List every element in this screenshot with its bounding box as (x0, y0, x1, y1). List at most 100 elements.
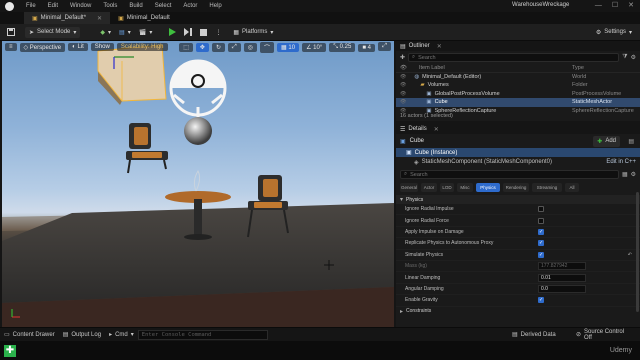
settings-button[interactable]: ⚙ Settings ▾ (592, 27, 636, 38)
cube-actor[interactable] (97, 44, 167, 105)
add-icon[interactable]: ✚ (4, 345, 16, 357)
derived-data-button[interactable]: ▤ Derived Data (512, 331, 556, 339)
property-number-field[interactable]: 0.01 (538, 273, 586, 282)
chair-actor[interactable] (126, 123, 168, 174)
property-checkbox[interactable] (538, 297, 544, 304)
surface-snap-icon[interactable]: ⌒ (260, 42, 275, 53)
scale-tool-icon[interactable]: ⤢ (227, 43, 241, 52)
outliner-row[interactable]: 👁︎ ▣ GlobalPostProcessVolume PostProcessVol… (396, 90, 640, 99)
category-tab-lod[interactable]: LOD (440, 183, 454, 192)
filter-icon[interactable]: ⧩ (622, 54, 627, 61)
visibility-toggle-icon[interactable]: 👁︎ (400, 91, 406, 97)
menu-select[interactable]: Select (155, 3, 172, 9)
close-tab-icon[interactable]: ✕ (97, 15, 102, 22)
perspective-button[interactable]: ◇ Perspective (19, 42, 66, 52)
scale-snap-button[interactable]: ⤡ 0.25 (329, 43, 356, 52)
level-viewport[interactable]: ≡ ◇ Perspective ◐ Lit Show Scalability: … (2, 41, 394, 327)
minimize-icon[interactable]: — (595, 2, 602, 9)
reflection-capture-sphere[interactable] (184, 117, 212, 145)
camera-speed-button[interactable]: ■ 4 (358, 43, 375, 52)
details-scrollbar[interactable] (636, 192, 639, 312)
close-panel-icon[interactable]: ✕ (434, 126, 439, 133)
property-number-field[interactable]: 177.827942 (538, 262, 586, 271)
property-checkbox[interactable] (538, 217, 544, 224)
property-checkbox[interactable] (538, 251, 544, 258)
stop-icon[interactable] (196, 27, 211, 38)
category-tab-general[interactable]: General (400, 183, 418, 192)
maximize-viewport-icon[interactable]: ⤢ (378, 42, 391, 51)
source-control-button[interactable]: ⊘ Source Control Off (576, 329, 632, 341)
property-checkbox[interactable] (538, 240, 544, 247)
add-actor-icon[interactable]: ✚ (400, 54, 405, 61)
category-tab-actor[interactable]: Actor (421, 183, 437, 192)
property-checkbox[interactable] (538, 206, 544, 213)
content-drawer-button[interactable]: ▭ Content Drawer (4, 331, 55, 339)
property-number-field[interactable]: 0.0 (538, 284, 586, 293)
add-component-button[interactable]: ✚ Add (593, 135, 620, 147)
scalability-button[interactable]: Scalability: High (116, 43, 168, 51)
select-tool-icon[interactable]: ⬚ (179, 43, 193, 52)
col-item-label[interactable]: Item Label (419, 65, 445, 71)
actor-name-field[interactable]: Cube (410, 138, 424, 144)
unreal-logo-icon[interactable] (5, 1, 14, 11)
rotate-tool-icon[interactable]: ↻ (211, 43, 225, 52)
category-tab-misc[interactable]: Misc (457, 183, 473, 192)
tab-minimal-default[interactable]: ▣ Minimal_Default (110, 12, 178, 24)
instance-row[interactable]: ▣ Cube (Instance) (396, 148, 640, 157)
close-window-icon[interactable]: ✕ (628, 1, 634, 9)
menu-window[interactable]: Window (70, 3, 91, 9)
create-button[interactable]: ◆ ▾ (96, 27, 115, 38)
visibility-toggle-icon[interactable]: 👁︎ (400, 99, 406, 105)
menu-build[interactable]: Build (129, 3, 142, 9)
component-row[interactable]: ◈ StaticMeshComponent (StaticMeshCompone… (396, 157, 640, 167)
edit-in-cpp-link[interactable]: Edit in C++ (606, 159, 636, 165)
outliner-row[interactable]: 👁︎ ▰ Volumes Folder (396, 81, 640, 90)
cmd-dropdown[interactable]: ▸ Cmd ▾ (109, 331, 134, 339)
step-icon[interactable] (180, 27, 196, 38)
platforms-button[interactable]: ▦ Platforms ▾ (229, 27, 277, 38)
menu-help[interactable]: Help (209, 3, 221, 9)
maximize-icon[interactable]: ☐ (612, 1, 618, 9)
play-options-icon[interactable]: ⋮ (211, 27, 225, 38)
directional-light-icon[interactable] (169, 59, 227, 117)
property-checkbox[interactable] (538, 228, 544, 235)
save-icon[interactable] (3, 27, 19, 38)
outliner-row[interactable]: 👁︎ ◍ Minimal_Default (Editor) World (396, 73, 640, 82)
output-log-button[interactable]: ▤ Output Log (63, 331, 101, 339)
grid-snap-button[interactable]: ▦ 10 (277, 43, 300, 52)
blueprint-button[interactable]: ▤ ▾ (115, 27, 135, 38)
col-type[interactable]: Type (572, 65, 584, 71)
outliner-row[interactable]: 👁︎ ▣ Cube StaticMeshActor (396, 98, 640, 107)
tab-minimal-default-modified[interactable]: ▣ Minimal_Default* ✕ (24, 12, 111, 24)
settings-gear-icon[interactable]: ⚙ (631, 171, 636, 178)
menu-file[interactable]: File (26, 3, 36, 9)
category-tab-physics[interactable]: Physics (476, 183, 500, 192)
cinematics-button[interactable]: 🎬︎ ▾ (135, 27, 157, 38)
details-search-input[interactable]: ⌕ Search (400, 170, 619, 179)
show-button[interactable]: Show (90, 43, 114, 51)
physics-section-header[interactable]: ▾ Physics (396, 195, 640, 204)
blueprint-icon[interactable]: ▤ (628, 138, 634, 145)
settings-gear-icon[interactable]: ⚙ (631, 54, 636, 61)
viewport-options-icon[interactable]: ≡ (5, 43, 17, 51)
menu-actor[interactable]: Actor (183, 3, 197, 9)
visibility-toggle-icon[interactable]: 👁︎ (400, 82, 406, 88)
category-tab-all[interactable]: All (565, 183, 579, 192)
lit-button[interactable]: ◐ Lit (68, 43, 88, 51)
close-panel-icon[interactable]: ✕ (437, 43, 442, 50)
category-tab-streaming[interactable]: Streaming (532, 183, 562, 192)
category-tab-rendering[interactable]: Rendering (503, 183, 529, 192)
play-button[interactable] (164, 27, 180, 38)
visibility-toggle-icon[interactable]: 👁︎ (400, 74, 406, 80)
constraints-section-header[interactable]: ▸ Constraints (396, 307, 640, 316)
select-mode-button[interactable]: ➤ Select Mode ▾ (25, 26, 81, 38)
lock-icon[interactable]: ▦ (622, 171, 628, 178)
reset-to-default-icon[interactable]: ↶ (628, 252, 632, 258)
outliner-search-input[interactable]: ⌕ Search (408, 53, 620, 62)
menu-tools[interactable]: Tools (103, 3, 117, 9)
console-command-input[interactable]: Enter Console Command (137, 329, 268, 340)
move-tool-icon[interactable]: ✥ (195, 43, 209, 52)
rotation-snap-button[interactable]: ∠ 10° (302, 43, 327, 52)
world-space-icon[interactable]: ◎ (243, 43, 258, 52)
menu-edit[interactable]: Edit (48, 3, 58, 9)
